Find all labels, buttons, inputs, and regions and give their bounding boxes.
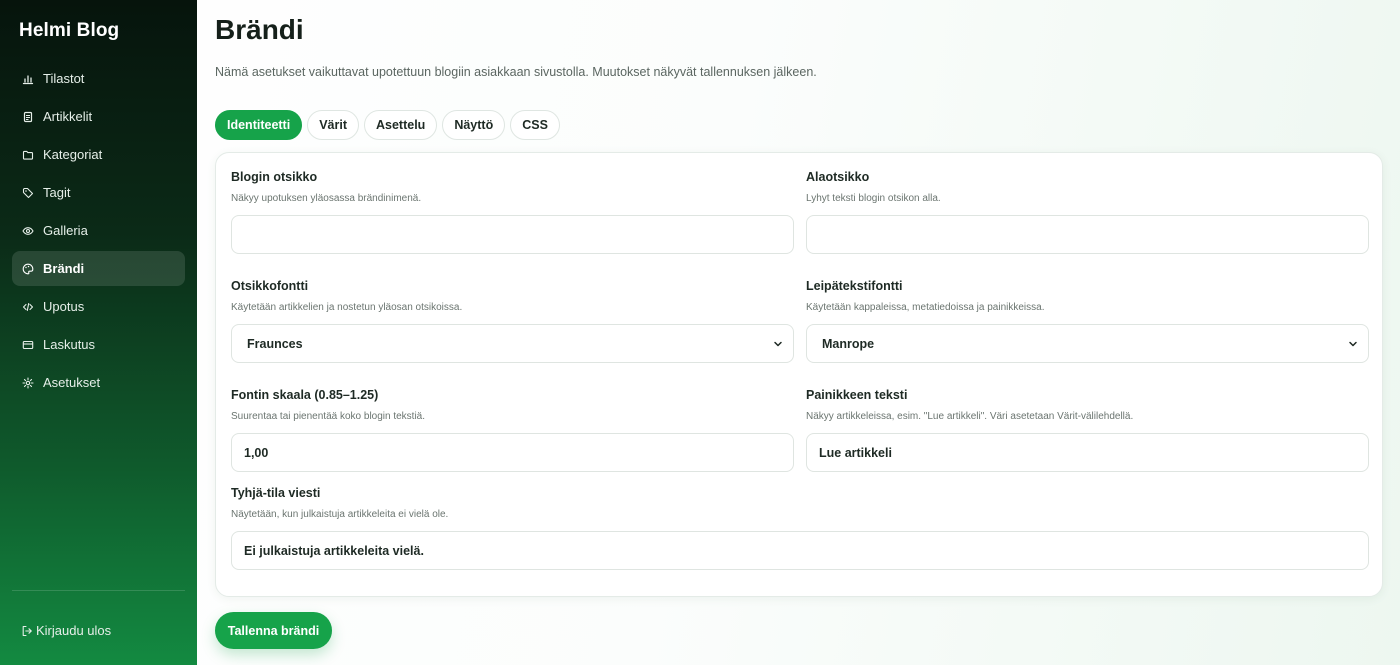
tag-icon xyxy=(22,187,34,199)
blog-title-input[interactable] xyxy=(231,215,794,254)
field-help: Lyhyt teksti blogin otsikon alla. xyxy=(806,193,941,204)
sidebar-item-label: Tagit xyxy=(43,185,71,200)
button-text-input[interactable]: Lue artikkeli xyxy=(806,433,1369,472)
sidebar-item-label: Artikkelit xyxy=(43,109,93,124)
field-label: Tyhjä-tila viesti xyxy=(231,486,321,500)
brand-form-card: Blogin otsikko Näkyy upotuksen yläosassa… xyxy=(215,152,1383,597)
empty-message-input[interactable]: Ei julkaistuja artikkeleita vielä. xyxy=(231,531,1369,570)
chevron-down-icon xyxy=(1348,339,1358,349)
button-text-field: Painikkeen teksti Näkyy artikkeleissa, e… xyxy=(806,388,1369,472)
sidebar-item-kategoriat[interactable]: Kategoriat xyxy=(12,137,185,172)
credit-card-icon xyxy=(22,339,34,351)
eye-icon xyxy=(22,225,34,237)
tab-css[interactable]: CSS xyxy=(510,110,560,140)
sidebar-item-tagit[interactable]: Tagit xyxy=(12,175,185,210)
tab-naytto[interactable]: Näyttö xyxy=(442,110,506,140)
field-help: Käytetään artikkelien ja nostetun yläosa… xyxy=(231,302,463,313)
save-brand-button[interactable]: Tallenna brändi xyxy=(215,612,332,649)
sidebar-item-galleria[interactable]: Galleria xyxy=(12,213,185,248)
font-scale-field: Fontin skaala (0.85–1.25) Suurentaa tai … xyxy=(231,388,794,472)
sidebar-item-label: Galleria xyxy=(43,223,88,238)
bar-chart-icon xyxy=(22,73,34,85)
app-title: Helmi Blog xyxy=(19,20,120,41)
heading-font-select[interactable]: Fraunces xyxy=(231,324,794,363)
sidebar-item-label: Upotus xyxy=(43,299,85,314)
body-font-select[interactable]: Manrope xyxy=(806,324,1369,363)
tab-identiteetti[interactable]: Identiteetti xyxy=(215,110,303,140)
subtitle-field: Alaotsikko Lyhyt teksti blogin otsikon a… xyxy=(806,170,1369,254)
folder-icon xyxy=(22,149,34,161)
gear-icon xyxy=(22,376,34,389)
field-label: Leipätekstifontti xyxy=(806,279,903,293)
logout-icon xyxy=(21,625,33,637)
field-label: Alaotsikko xyxy=(806,170,870,184)
sidebar-item-label: Tilastot xyxy=(43,71,85,86)
tab-bar: Identiteetti Värit Asettelu Näyttö CSS xyxy=(215,110,560,140)
field-help: Näkyy upotuksen yläosassa brändinimenä. xyxy=(231,193,422,204)
blog-title-field: Blogin otsikko Näkyy upotuksen yläosassa… xyxy=(231,170,794,254)
field-help: Suurentaa tai pienentää koko blogin teks… xyxy=(231,411,426,422)
sidebar-item-artikkelit[interactable]: Artikkelit xyxy=(12,99,185,134)
font-scale-input[interactable]: 1,00 xyxy=(231,433,794,472)
logout-button[interactable]: Kirjaudu ulos xyxy=(21,623,111,638)
select-value: Manrope xyxy=(822,336,875,351)
heading-font-field: Otsikkofontti Käytetään artikkelien ja n… xyxy=(231,279,794,363)
sidebar-item-label: Brändi xyxy=(43,261,85,276)
sidebar-item-brandi[interactable]: Brändi xyxy=(12,251,185,286)
sidebar-item-label: Asetukset xyxy=(43,375,101,390)
select-value: Fraunces xyxy=(247,336,303,351)
field-help: Käytetään kappaleissa, metatiedoissa ja … xyxy=(806,302,1045,313)
empty-message-field: Tyhjä-tila viesti Näytetään, kun julkais… xyxy=(231,486,1369,570)
document-icon xyxy=(22,111,34,123)
field-label: Blogin otsikko xyxy=(231,170,318,184)
tab-varit[interactable]: Värit xyxy=(307,110,359,140)
sidebar-item-upotus[interactable]: Upotus xyxy=(12,289,185,324)
sidebar-item-asetukset[interactable]: Asetukset xyxy=(12,365,185,400)
field-label: Fontin skaala (0.85–1.25) xyxy=(231,388,379,402)
subtitle-input[interactable] xyxy=(806,215,1369,254)
field-help: Näkyy artikkeleissa, esim. "Lue artikkel… xyxy=(806,411,1134,422)
field-label: Painikkeen teksti xyxy=(806,388,908,402)
sidebar-nav: Tilastot Artikkelit Kategoriat Tagit Gal… xyxy=(12,61,185,403)
field-label: Otsikkofontti xyxy=(231,279,309,293)
sidebar-divider xyxy=(12,590,185,591)
page-description: Nämä asetukset vaikuttavat upotettuun bl… xyxy=(215,65,817,79)
sidebar-item-tilastot[interactable]: Tilastot xyxy=(12,61,185,96)
chevron-down-icon xyxy=(773,339,783,349)
field-help: Näytetään, kun julkaistuja artikkeleita … xyxy=(231,509,449,520)
sidebar: Helmi Blog Tilastot Artikkelit Kategoria… xyxy=(0,0,197,665)
palette-icon xyxy=(22,263,34,275)
body-font-field: Leipätekstifontti Käytetään kappaleissa,… xyxy=(806,279,1369,363)
tab-asettelu[interactable]: Asettelu xyxy=(364,110,438,140)
page-title: Brändi xyxy=(215,14,304,45)
sidebar-item-label: Laskutus xyxy=(43,337,96,352)
logout-label: Kirjaudu ulos xyxy=(36,623,112,638)
sidebar-item-laskutus[interactable]: Laskutus xyxy=(12,327,185,362)
sidebar-item-label: Kategoriat xyxy=(43,147,103,162)
code-icon xyxy=(22,301,34,313)
